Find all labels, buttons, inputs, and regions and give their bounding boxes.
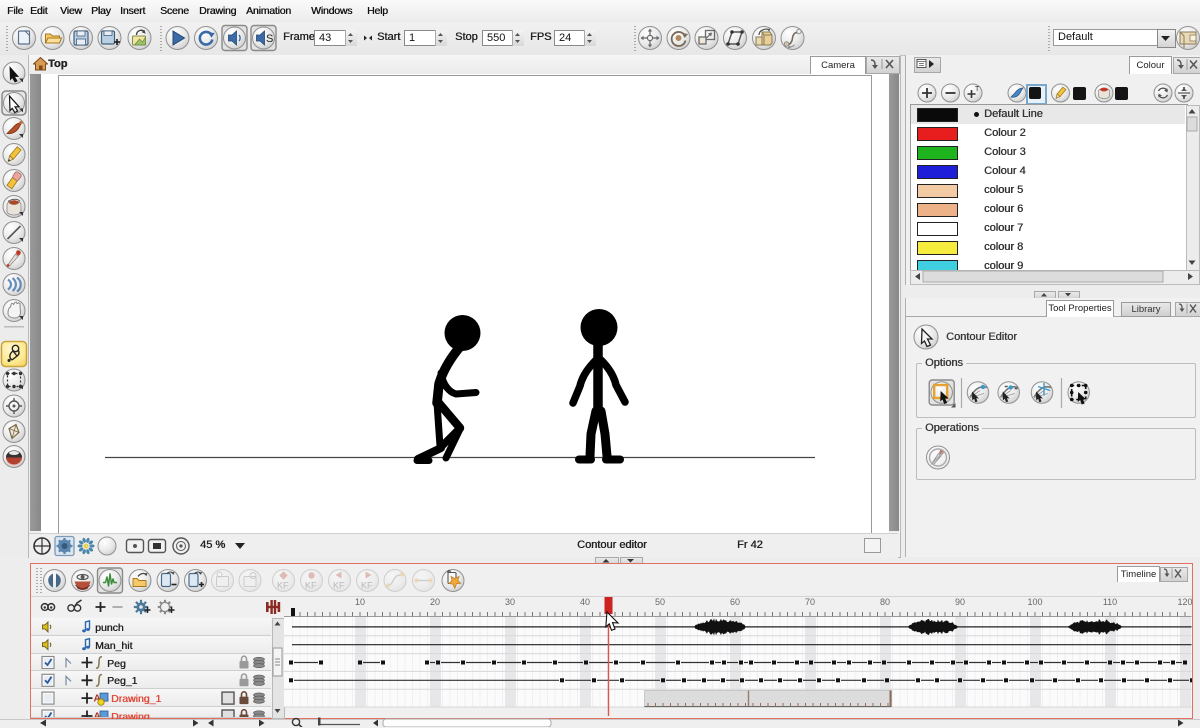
svg-text:90: 90 — [955, 597, 965, 607]
svg-text:T: T — [975, 86, 980, 93]
svg-text:50: 50 — [655, 597, 665, 607]
svg-text:70: 70 — [805, 597, 815, 607]
svg-text:40: 40 — [580, 597, 590, 607]
svg-text:30: 30 — [505, 597, 515, 607]
svg-text:60: 60 — [730, 597, 740, 607]
svg-text:KF: KF — [277, 581, 289, 591]
svg-text:120: 120 — [1177, 597, 1192, 607]
svg-text:KF: KF — [305, 581, 317, 591]
svg-text:KF: KF — [333, 581, 345, 591]
svg-text:80: 80 — [880, 597, 890, 607]
svg-text:KF: KF — [361, 581, 373, 591]
svg-text:110: 110 — [1103, 597, 1117, 607]
svg-text:100: 100 — [1027, 597, 1042, 607]
svg-text:10: 10 — [355, 597, 365, 607]
svg-text:S: S — [266, 33, 273, 45]
svg-text:20: 20 — [430, 597, 440, 607]
